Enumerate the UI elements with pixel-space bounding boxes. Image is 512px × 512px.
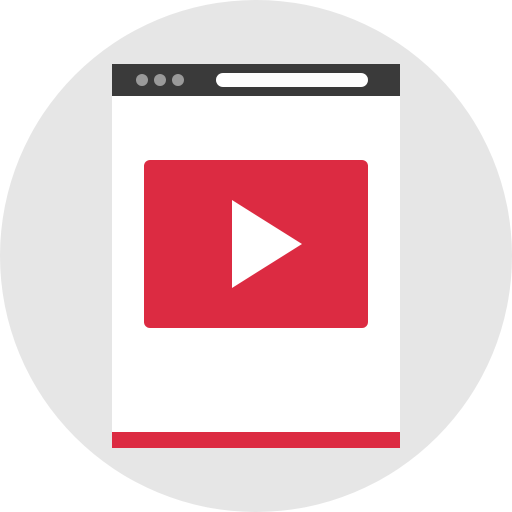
browser-window — [112, 64, 400, 448]
video-browser-icon — [0, 0, 512, 512]
bottom-accent-bar — [112, 432, 400, 448]
play-triangle — [232, 200, 302, 288]
window-dot-icon — [172, 74, 184, 86]
window-dot-icon — [154, 74, 166, 86]
address-bar — [216, 73, 368, 87]
play-icon[interactable] — [232, 200, 302, 288]
window-dot-icon — [136, 74, 148, 86]
video-player[interactable] — [144, 160, 368, 328]
browser-titlebar — [112, 64, 400, 96]
page-content — [112, 96, 400, 432]
